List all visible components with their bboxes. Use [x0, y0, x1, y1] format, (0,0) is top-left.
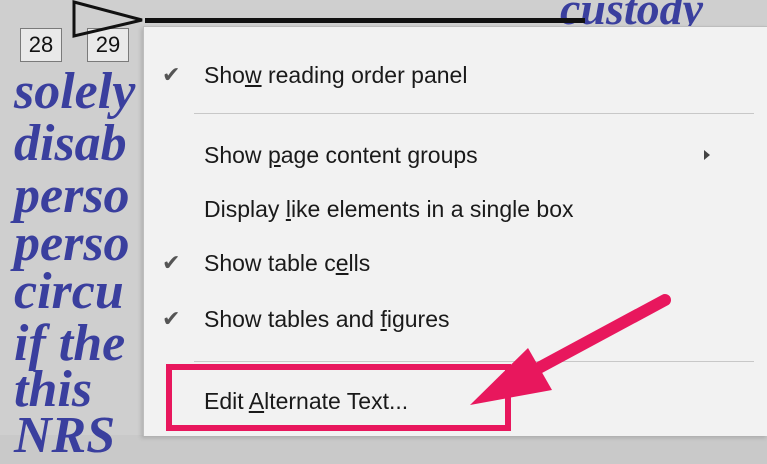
annotation-arrow-icon: [470, 294, 671, 405]
